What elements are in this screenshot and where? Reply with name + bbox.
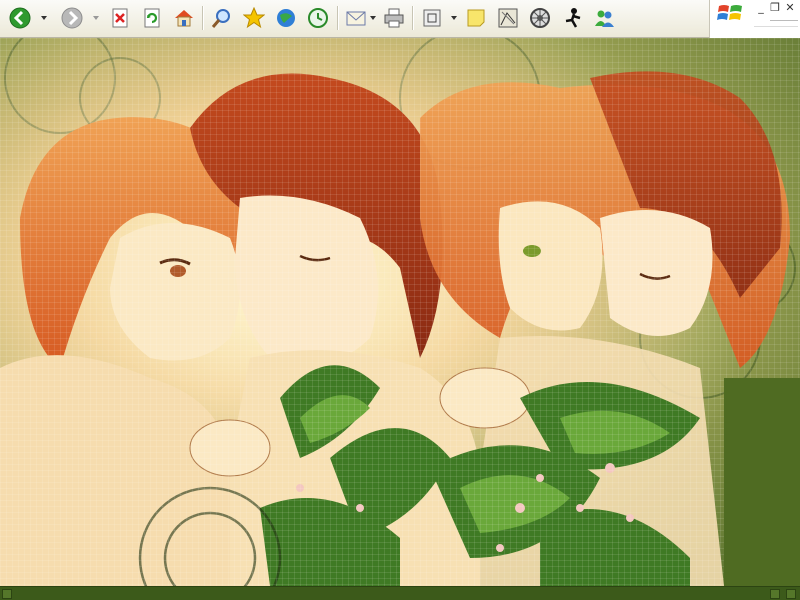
media-icon [277, 9, 295, 27]
refresh-button[interactable] [138, 4, 166, 32]
print-button[interactable] [380, 4, 408, 32]
bottom-scrollbar[interactable] [0, 586, 800, 600]
restore-button[interactable]: ❐ [768, 2, 782, 14]
forward-dropdown[interactable] [92, 13, 100, 23]
mail-button[interactable] [342, 4, 370, 32]
messenger-button[interactable] [590, 4, 618, 32]
back-button[interactable] [6, 4, 34, 32]
close-button[interactable]: ✕ [783, 2, 797, 14]
fullscreen-button[interactable] [418, 4, 446, 32]
note-icon [467, 9, 485, 27]
media-button[interactable] [272, 4, 300, 32]
sketch-button[interactable] [494, 4, 522, 32]
scroll-right-button[interactable] [770, 589, 780, 599]
print-icon [384, 8, 404, 28]
resize-grip[interactable] [786, 589, 796, 599]
dial-icon [530, 8, 550, 28]
forward-icon [61, 7, 83, 29]
back-icon [9, 7, 31, 29]
fullscreen-dropdown[interactable] [450, 13, 458, 23]
forward-button[interactable] [58, 4, 86, 32]
refresh-icon [144, 8, 160, 28]
wallpaper-image [0, 38, 800, 586]
toolbar-separator [412, 6, 414, 30]
stop-icon [112, 8, 128, 28]
favorites-button[interactable] [240, 4, 268, 32]
window-divider [770, 20, 798, 21]
toolbar-separator [202, 6, 204, 30]
back-dropdown[interactable] [40, 13, 48, 23]
dial-button[interactable] [526, 4, 554, 32]
browser-toolbar: _ ❐ ✕ [0, 0, 800, 38]
history-button[interactable] [304, 4, 332, 32]
search-button[interactable] [208, 4, 236, 32]
home-icon [175, 10, 193, 27]
windows-logo-icon [717, 5, 742, 20]
note-button[interactable] [462, 4, 490, 32]
aim-icon [565, 8, 581, 28]
fullscreen-icon [423, 9, 441, 27]
toolbar-separator [337, 6, 339, 30]
messenger-icon [595, 10, 614, 27]
scroll-left-button[interactable] [2, 589, 12, 599]
minimize-button[interactable]: _ [754, 2, 768, 14]
wallpaper-illustration [0, 38, 800, 586]
mail-dropdown[interactable] [369, 13, 377, 23]
history-icon [308, 8, 328, 28]
green-panel [724, 378, 800, 586]
window-divider [754, 26, 798, 27]
window-controls: _ ❐ ✕ [709, 0, 800, 38]
aim-button[interactable] [559, 4, 587, 32]
mail-icon [346, 11, 366, 26]
stop-button[interactable] [106, 4, 134, 32]
favorites-icon [243, 7, 265, 29]
home-button[interactable] [170, 4, 198, 32]
sketch-icon [498, 8, 518, 28]
search-icon [211, 9, 230, 28]
